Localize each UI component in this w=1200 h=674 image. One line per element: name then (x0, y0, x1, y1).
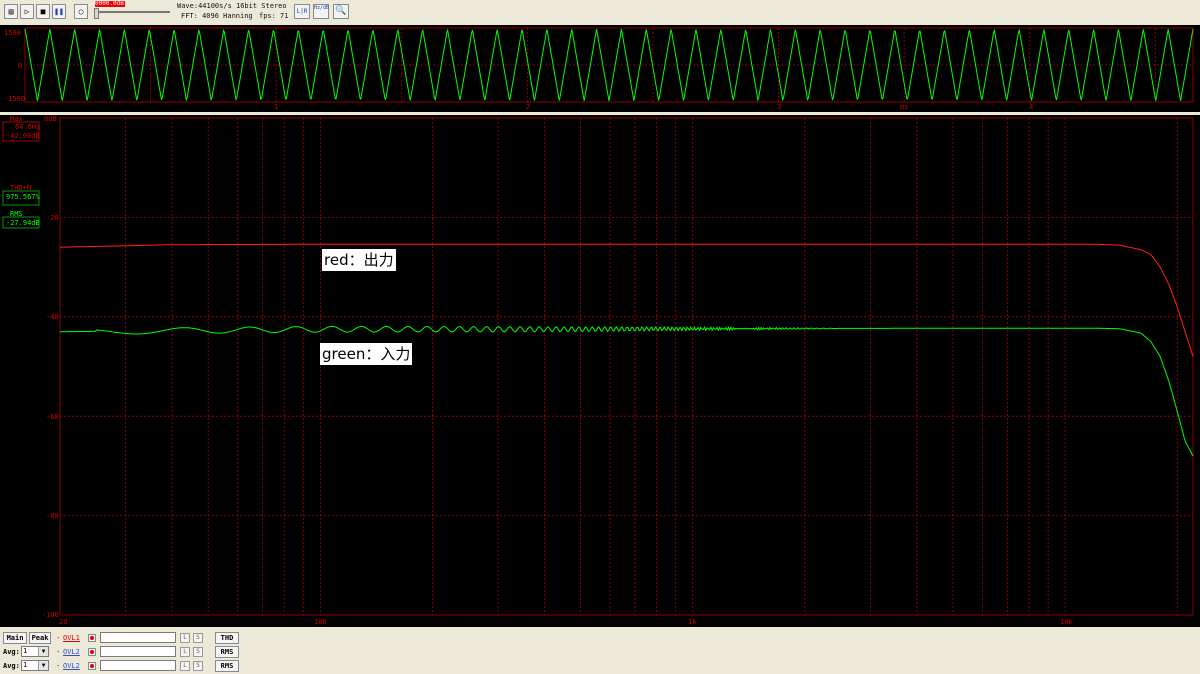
thd-button[interactable]: THD (215, 632, 239, 644)
toolbar: ▤ ▷ ■ ❚❚ ○ 0000.0dB Wave:44100s/s 16bit … (0, 0, 1200, 24)
overlay-field-3[interactable] (100, 660, 176, 671)
rms-readout: -27.94dB (6, 219, 40, 227)
fps-label: fps: (259, 12, 276, 20)
avg-label: Avg: (3, 648, 20, 656)
overlay-field-1[interactable] (100, 632, 176, 643)
annotation-green-input: green：入力 (320, 343, 413, 365)
main-button[interactable]: Main (3, 632, 27, 644)
fft-y-tick: -100 (42, 611, 59, 619)
dash-label: - (56, 648, 61, 656)
s-button[interactable]: S (193, 647, 203, 657)
play-button[interactable]: ▷ (20, 4, 34, 19)
s-button[interactable]: S (193, 633, 203, 643)
record-dot-icon[interactable] (88, 662, 96, 670)
s-button[interactable]: S (193, 661, 203, 671)
l-button[interactable]: L (180, 661, 190, 671)
annotation-red-output: red：出力 (322, 249, 396, 271)
avg-select[interactable]: 1 ▼ (21, 646, 49, 657)
scope-x-tick: 2 (526, 103, 530, 111)
spectrum-panel: Max 64.6Hz -42.06dB THD+N 975.567% RMS -… (0, 115, 1200, 627)
volume-slider-thumb[interactable] (94, 8, 99, 19)
avg-label: Avg: (3, 662, 20, 670)
spectrum-frame (59, 117, 1194, 616)
ovl2-link[interactable]: OVL2 (63, 646, 80, 658)
max-db-readout: -42.06dB (6, 132, 40, 140)
chevron-down-icon[interactable]: ▼ (38, 647, 48, 656)
ovl1-link[interactable]: OVL1 (63, 632, 80, 644)
thd-readout: 975.567% (6, 193, 41, 201)
scope-x-tick: 1 (274, 103, 278, 111)
fft-y-tick: -40 (46, 313, 59, 321)
wave-format-label: Wave:44100s/s 16bit Stereo (177, 2, 287, 10)
scope-y-tick: 1500 (4, 29, 21, 37)
overlay-field-2[interactable] (100, 646, 176, 657)
l-button[interactable]: L (180, 647, 190, 657)
fft-x-tick: 10k (1060, 618, 1073, 626)
fft-y-tick: -20 (46, 214, 59, 222)
record-dot-icon[interactable] (88, 648, 96, 656)
stop-button[interactable]: ■ (36, 4, 50, 19)
volume-slider-track[interactable] (96, 11, 170, 13)
oscilloscope-plot: 1500 0 -1500 1 2 3 ms 4 (4, 27, 1194, 111)
avg-select[interactable]: 1 ▼ (21, 660, 49, 671)
open-icon[interactable]: ▤ (4, 4, 18, 19)
dash-label: - (56, 634, 61, 642)
series-line-output (60, 243, 1194, 357)
record-button[interactable]: ○ (74, 4, 88, 19)
rms-button[interactable]: RMS (215, 660, 239, 672)
record-dot-icon[interactable] (88, 634, 96, 642)
fft-y-tick: -80 (46, 512, 59, 520)
fps-value: 71 (280, 12, 289, 20)
input-level-meter: 0000.0dB (95, 1, 125, 7)
fft-x-tick: 1k (688, 618, 697, 626)
fft-y-tick: 0dB (44, 115, 57, 123)
fft-setting-label: FFT: 4096 Hanning (181, 12, 253, 20)
l-button[interactable]: L (180, 633, 190, 643)
scope-x-tick: 3 (777, 103, 781, 111)
scope-y-tick: -1500 (4, 95, 25, 103)
scope-y-tick: 0 (18, 62, 22, 70)
oscilloscope-panel: 1500 0 -1500 1 2 3 ms 4 (0, 25, 1200, 112)
chevron-down-icon[interactable]: ▼ (38, 661, 48, 670)
dash-label: - (56, 662, 61, 670)
max-frequency-readout: 64.6Hz (15, 123, 40, 131)
bottom-control-panel: Main Peak - OVL1 L S THD Avg: 1 ▼ - OVL2 … (0, 630, 1200, 674)
peak-button[interactable]: Peak (29, 632, 51, 644)
scope-x-unit: ms (900, 103, 908, 111)
fft-x-tick: 20 (59, 618, 67, 626)
lr-channel-icon[interactable]: L|R (294, 4, 310, 19)
fft-y-tick: -60 (46, 413, 59, 421)
magnifier-icon[interactable]: 🔍 (333, 4, 349, 19)
spectrum-plot: Max 64.6Hz -42.06dB THD+N 975.567% RMS -… (2, 115, 1194, 626)
scope-x-tick: 4 (1029, 103, 1033, 111)
avg-select-value: 1 (23, 647, 28, 655)
series-line-input (60, 325, 1194, 457)
hz-db-icon[interactable]: Hz/dB (313, 4, 329, 19)
avg-select-value: 1 (23, 661, 28, 669)
pause-button[interactable]: ❚❚ (52, 4, 66, 19)
rms-button[interactable]: RMS (215, 646, 239, 658)
ovl2-link[interactable]: OVL2 (63, 660, 80, 672)
fft-x-tick: 100 (314, 618, 327, 626)
